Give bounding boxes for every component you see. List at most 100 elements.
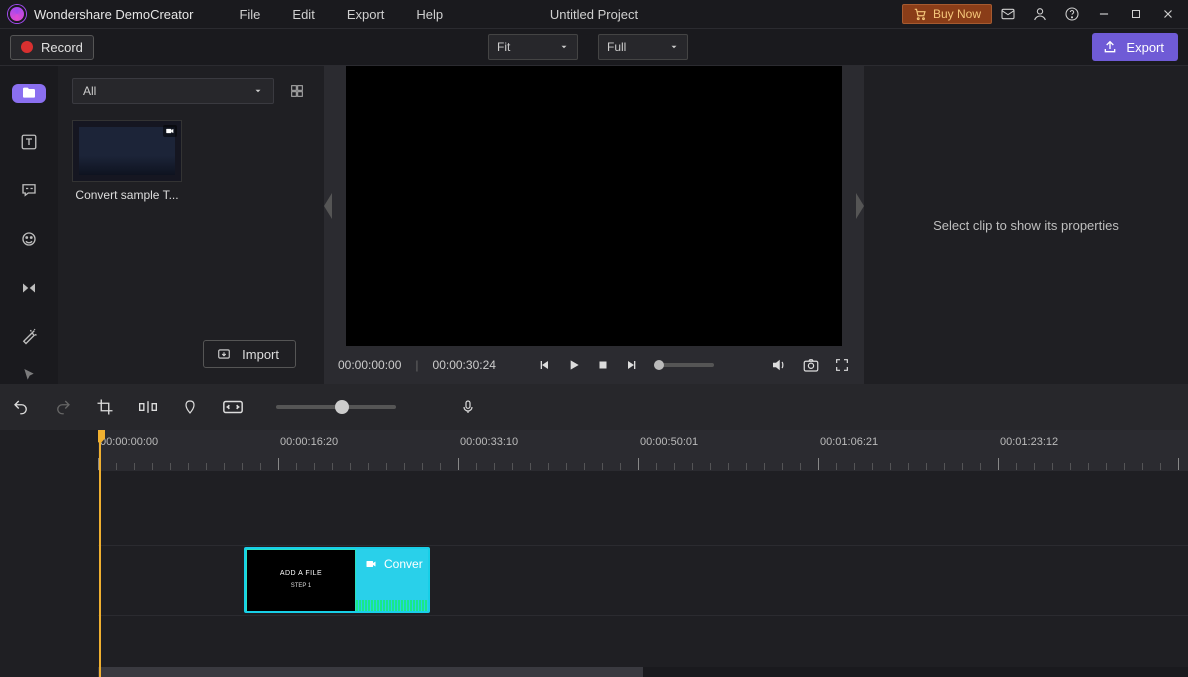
properties-empty-text: Select clip to show its properties xyxy=(933,218,1119,233)
fit-timeline-icon[interactable] xyxy=(222,399,244,415)
timeline-zoom-slider[interactable] xyxy=(276,405,396,409)
fit-dropdown-label: Fit xyxy=(497,40,510,54)
rail-sticker-icon[interactable] xyxy=(12,230,46,249)
media-item[interactable]: Convert sample T... xyxy=(72,120,182,202)
menu-edit[interactable]: Edit xyxy=(292,7,314,22)
rail-cursor-icon[interactable] xyxy=(12,365,46,384)
ruler-label: 00:00:00:00 xyxy=(100,436,158,448)
prev-frame-icon[interactable] xyxy=(536,357,552,373)
crop-icon[interactable] xyxy=(96,398,114,416)
rail-caption-icon[interactable] xyxy=(12,181,46,200)
preview-screen[interactable] xyxy=(346,66,842,346)
rail-effects-icon[interactable] xyxy=(12,327,46,346)
export-label: Export xyxy=(1126,40,1164,55)
buy-now-label: Buy Now xyxy=(933,7,981,21)
ruler-label: 00:00:33:10 xyxy=(460,436,518,448)
minimize-icon[interactable] xyxy=(1090,0,1118,28)
ruler-label: 00:01:23:12 xyxy=(1000,436,1058,448)
split-icon[interactable] xyxy=(138,398,158,416)
preview-duration: 00:00:30:24 xyxy=(433,358,496,372)
fullscreen-icon[interactable] xyxy=(834,357,850,373)
quality-dropdown-label: Full xyxy=(607,40,626,54)
timeline-gutter xyxy=(0,430,98,677)
cart-icon xyxy=(913,7,927,21)
title-bar: Wondershare DemoCreator File Edit Export… xyxy=(0,0,1188,28)
video-badge-icon xyxy=(163,125,177,137)
preview-panel: 00:00:00:00 | 00:00:30:24 xyxy=(324,66,864,384)
voiceover-mic-icon[interactable] xyxy=(460,397,476,417)
side-rail xyxy=(0,66,58,384)
snapshot-icon[interactable] xyxy=(802,356,820,374)
track-02[interactable]: 02 ADD A FILE STEP 1 Conver xyxy=(98,545,1188,615)
media-filter-label: All xyxy=(83,84,96,98)
track-spacer xyxy=(98,470,1188,545)
timeline-scrollbar[interactable] xyxy=(98,667,1188,677)
view-grid-icon[interactable] xyxy=(284,78,310,104)
upload-icon xyxy=(1102,39,1118,55)
preview-progress-slider[interactable] xyxy=(654,363,714,367)
stop-icon[interactable] xyxy=(596,358,610,372)
redo-icon[interactable] xyxy=(54,398,72,416)
main-area: All Convert sample T... Import 00:00:00:… xyxy=(0,66,1188,384)
maximize-icon[interactable] xyxy=(1122,0,1150,28)
timeline-body[interactable]: 00:00:00:00 00:00:16:20 00:00:33:10 00:00:5… xyxy=(98,430,1188,677)
media-filter-dropdown[interactable]: All xyxy=(72,78,274,104)
timeline-ruler[interactable]: 00:00:00:00 00:00:16:20 00:00:33:10 00:00:5… xyxy=(98,430,1188,470)
preview-controls: 00:00:00:00 | 00:00:30:24 xyxy=(324,346,864,384)
chevron-down-icon xyxy=(669,42,679,52)
preview-viewport xyxy=(324,66,864,346)
media-thumbnail xyxy=(72,120,182,182)
account-icon[interactable] xyxy=(1026,0,1054,28)
preview-collapse-left-icon[interactable] xyxy=(324,193,332,219)
preview-collapse-right-icon[interactable] xyxy=(856,193,864,219)
rail-media-icon[interactable] xyxy=(12,84,46,103)
menu-file[interactable]: File xyxy=(239,7,260,22)
clip-thumbnail: ADD A FILE STEP 1 xyxy=(247,550,355,612)
import-icon xyxy=(216,347,232,361)
record-label: Record xyxy=(41,40,83,55)
main-toolbar: Record Fit Full Export xyxy=(0,28,1188,66)
menu-export[interactable]: Export xyxy=(347,7,385,22)
volume-icon[interactable] xyxy=(770,356,788,374)
menu-help[interactable]: Help xyxy=(416,7,443,22)
clip-thumb-subtext: STEP 1 xyxy=(247,583,355,589)
ruler-label: 00:01:06:21 xyxy=(820,436,878,448)
clip-waveform xyxy=(356,593,428,611)
clip-thumb-text: ADD A FILE xyxy=(247,570,355,577)
play-icon[interactable] xyxy=(566,357,582,373)
chevron-down-icon xyxy=(253,86,263,96)
undo-icon[interactable] xyxy=(12,398,30,416)
ruler-label: 00:00:16:20 xyxy=(280,436,338,448)
next-frame-icon[interactable] xyxy=(624,357,640,373)
app-logo-icon xyxy=(8,5,26,23)
import-label: Import xyxy=(242,347,279,362)
media-panel: All Convert sample T... Import xyxy=(58,66,324,384)
chevron-down-icon xyxy=(559,42,569,52)
export-button[interactable]: Export xyxy=(1092,33,1178,61)
project-title: Untitled Project xyxy=(550,7,638,22)
timeline: 00:00:00:00 00:00:16:20 00:00:33:10 00:00:5… xyxy=(0,430,1188,677)
import-button[interactable]: Import xyxy=(203,340,296,368)
clip-title-label: Conver xyxy=(384,557,423,571)
app-title: Wondershare DemoCreator xyxy=(34,7,193,22)
ruler-label: 00:00:50:01 xyxy=(640,436,698,448)
timeline-toolbar xyxy=(0,384,1188,430)
rail-text-icon[interactable] xyxy=(12,133,46,152)
timeline-clip[interactable]: ADD A FILE STEP 1 Conver xyxy=(244,547,430,613)
properties-panel: Select clip to show its properties xyxy=(864,66,1188,384)
help-icon[interactable] xyxy=(1058,0,1086,28)
mail-icon[interactable] xyxy=(994,0,1022,28)
preview-separator: | xyxy=(415,358,418,372)
record-dot-icon xyxy=(21,41,33,53)
media-item-label: Convert sample T... xyxy=(72,188,182,202)
playhead[interactable] xyxy=(99,430,101,677)
buy-now-button[interactable]: Buy Now xyxy=(902,4,992,24)
preview-position: 00:00:00:00 xyxy=(338,358,401,372)
fit-dropdown[interactable]: Fit xyxy=(488,34,578,60)
quality-dropdown[interactable]: Full xyxy=(598,34,688,60)
marker-icon[interactable] xyxy=(182,398,198,416)
clip-video-icon xyxy=(364,558,378,570)
record-button[interactable]: Record xyxy=(10,35,94,60)
close-icon[interactable] xyxy=(1154,0,1182,28)
rail-transition-icon[interactable] xyxy=(12,278,46,297)
